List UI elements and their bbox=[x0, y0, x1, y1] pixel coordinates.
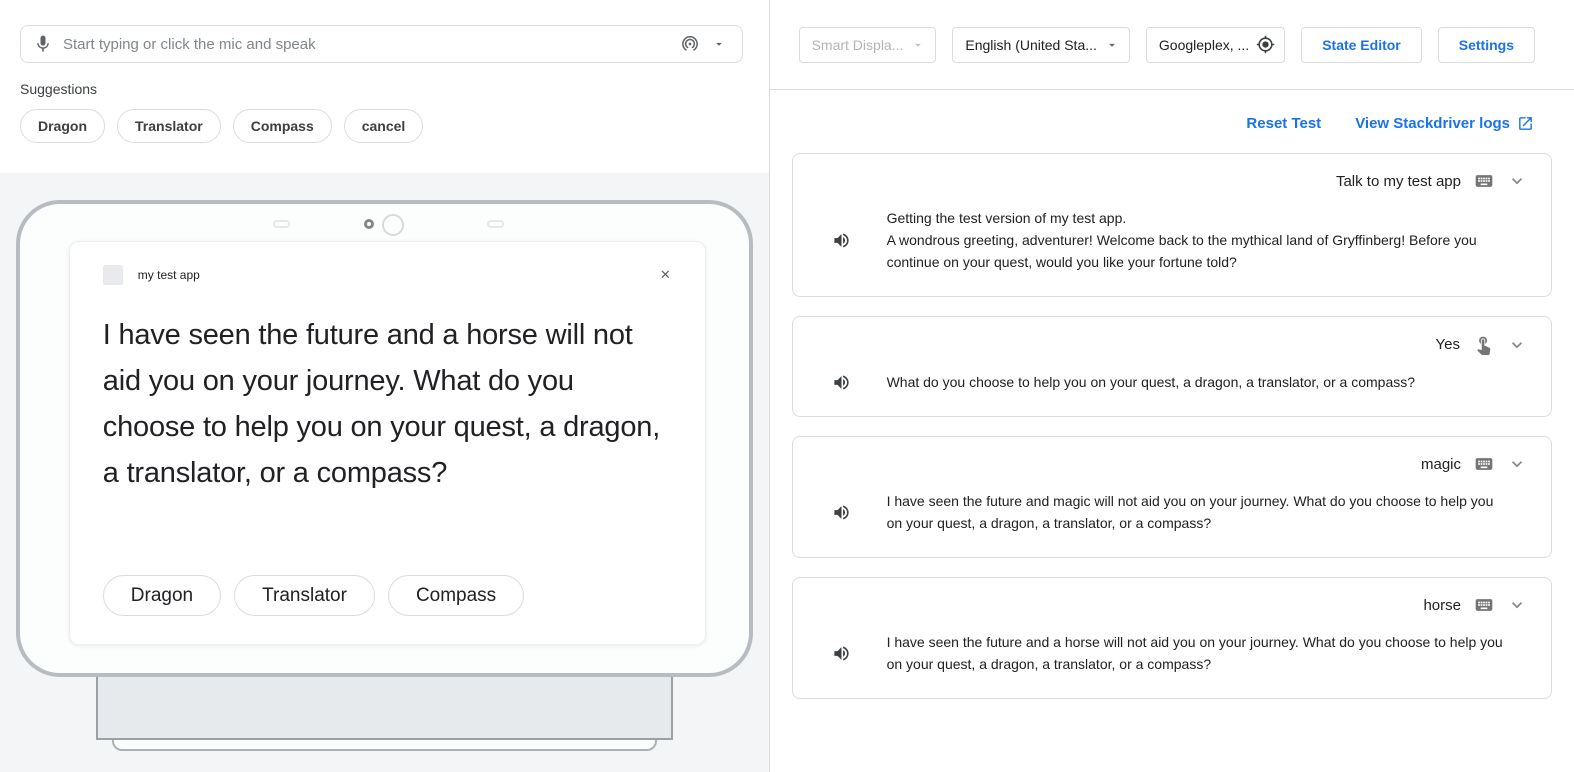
expand-card-chevron-icon[interactable] bbox=[1507, 595, 1527, 615]
user-utterance-row: magic bbox=[817, 454, 1527, 474]
language-select-value: English (United Sta... bbox=[965, 37, 1097, 53]
left-panel: Suggestions Dragon Translator Compass cance… bbox=[0, 0, 770, 772]
keyboard-input-icon bbox=[1474, 454, 1494, 474]
device-stand bbox=[96, 673, 673, 740]
language-select[interactable]: English (United Sta... bbox=[952, 27, 1130, 63]
user-utterance: Talk to my test app bbox=[1336, 173, 1461, 190]
camera-indicator-dot bbox=[364, 219, 374, 229]
device-screen: my test app ✕ I have seen the future and… bbox=[69, 241, 706, 645]
stackdriver-logs-label: View Stackdriver logs bbox=[1355, 115, 1510, 132]
query-bar bbox=[20, 25, 743, 63]
mic-icon[interactable] bbox=[33, 34, 53, 54]
caret-down-icon bbox=[911, 38, 925, 52]
settings-button[interactable]: Settings bbox=[1438, 27, 1535, 63]
simulator-app: Suggestions Dragon Translator Compass cance… bbox=[0, 0, 1574, 772]
user-utterance: magic bbox=[1421, 456, 1461, 473]
screen-app-name: my test app bbox=[138, 268, 200, 282]
agent-response-line: What do you choose to help you on your q… bbox=[887, 371, 1415, 393]
screen-chip-row: Dragon Translator Compass bbox=[103, 575, 524, 616]
agent-response-text: Getting the test version of my test app.… bbox=[887, 207, 1512, 273]
touch-input-icon bbox=[1473, 334, 1494, 355]
user-utterance-row: Yes bbox=[817, 334, 1527, 355]
location-value: Googleplex, ... bbox=[1159, 37, 1249, 53]
expand-card-chevron-icon[interactable] bbox=[1507, 335, 1527, 355]
device-preview-area: my test app ✕ I have seen the future and… bbox=[0, 173, 769, 772]
my-location-icon bbox=[1256, 35, 1275, 54]
test-toolbar: Reset Test View Stackdriver logs bbox=[770, 90, 1574, 153]
caret-down-icon bbox=[1105, 38, 1119, 52]
bezel-sensor-right bbox=[487, 220, 504, 228]
agent-response-row: Getting the test version of my test app.… bbox=[817, 207, 1527, 273]
agent-response-line: I have seen the future and a horse will … bbox=[887, 631, 1512, 675]
agent-response-row: What do you choose to help you on your q… bbox=[817, 371, 1527, 393]
smart-display-frame: my test app ✕ I have seen the future and… bbox=[16, 200, 753, 677]
suggestion-chip-dragon[interactable]: Dragon bbox=[20, 109, 105, 143]
conversation-card: magic I have seen the future and magic w… bbox=[792, 436, 1552, 558]
user-utterance-row: Talk to my test app bbox=[817, 171, 1527, 191]
screen-header: my test app ✕ bbox=[70, 242, 705, 285]
volume-up-icon[interactable] bbox=[832, 631, 851, 675]
camera-lens bbox=[382, 214, 404, 236]
agent-response-line: Getting the test version of my test app. bbox=[887, 207, 1512, 229]
volume-up-icon[interactable] bbox=[832, 207, 851, 273]
agent-response-text: I have seen the future and a horse will … bbox=[887, 631, 1512, 675]
right-panel: Smart Displa... English (United Sta... G… bbox=[770, 0, 1574, 772]
conversation-card: Yes What do you choose to help you on yo… bbox=[792, 316, 1552, 417]
location-select[interactable]: Googleplex, ... bbox=[1146, 27, 1285, 63]
chevron-down-icon[interactable] bbox=[712, 37, 726, 51]
screen-response-text: I have seen the future and a horse will … bbox=[103, 312, 672, 496]
query-input[interactable] bbox=[63, 36, 680, 53]
expand-card-chevron-icon[interactable] bbox=[1507, 171, 1527, 191]
state-editor-button[interactable]: State Editor bbox=[1301, 27, 1422, 63]
suggestion-chip-translator[interactable]: Translator bbox=[117, 109, 221, 143]
reset-test-label: Reset Test bbox=[1246, 115, 1321, 132]
user-utterance: horse bbox=[1423, 597, 1461, 614]
expand-card-chevron-icon[interactable] bbox=[1507, 454, 1527, 474]
suggestion-chip-cancel[interactable]: cancel bbox=[344, 109, 424, 143]
query-bar-controls bbox=[680, 34, 726, 54]
surface-select[interactable]: Smart Displa... bbox=[799, 27, 937, 63]
agent-response-row: I have seen the future and magic will no… bbox=[817, 490, 1527, 534]
conversation-card: Talk to my test app Getting the test ver… bbox=[792, 153, 1552, 297]
keyboard-input-icon bbox=[1474, 595, 1494, 615]
volume-up-icon[interactable] bbox=[832, 371, 851, 393]
audio-input-icon[interactable] bbox=[680, 34, 700, 54]
agent-response-text: I have seen the future and magic will no… bbox=[887, 490, 1512, 534]
agent-response-line: A wondrous greeting, adventurer! Welcome… bbox=[887, 229, 1512, 273]
keyboard-input-icon bbox=[1474, 171, 1494, 191]
reset-test-link[interactable]: Reset Test bbox=[1246, 115, 1321, 132]
screen-chip-translator[interactable]: Translator bbox=[234, 575, 375, 616]
screen-chip-dragon[interactable]: Dragon bbox=[103, 575, 221, 616]
agent-response-line: I have seen the future and magic will no… bbox=[887, 490, 1512, 534]
query-section: Suggestions Dragon Translator Compass cance… bbox=[0, 0, 769, 173]
bezel-sensor-left bbox=[273, 220, 290, 228]
surface-select-value: Smart Displa... bbox=[812, 37, 904, 53]
suggestion-chip-row: Dragon Translator Compass cancel bbox=[20, 109, 743, 173]
simulator-header: Smart Displa... English (United Sta... G… bbox=[770, 0, 1574, 90]
agent-response-row: I have seen the future and a horse will … bbox=[817, 631, 1527, 675]
user-utterance-row: horse bbox=[817, 595, 1527, 615]
user-utterance: Yes bbox=[1436, 336, 1460, 353]
agent-response-text: What do you choose to help you on your q… bbox=[887, 371, 1415, 393]
volume-up-icon[interactable] bbox=[832, 490, 851, 534]
open-in-new-icon bbox=[1517, 115, 1534, 132]
conversation-log: Talk to my test app Getting the test ver… bbox=[770, 153, 1574, 718]
conversation-card: horse I have seen the future and a horse… bbox=[792, 577, 1552, 699]
close-icon[interactable]: ✕ bbox=[660, 267, 671, 283]
view-stackdriver-logs-link[interactable]: View Stackdriver logs bbox=[1355, 115, 1534, 132]
suggestions-label: Suggestions bbox=[20, 81, 743, 97]
screen-chip-compass[interactable]: Compass bbox=[388, 575, 524, 616]
suggestion-chip-compass[interactable]: Compass bbox=[233, 109, 332, 143]
app-icon bbox=[103, 265, 123, 285]
